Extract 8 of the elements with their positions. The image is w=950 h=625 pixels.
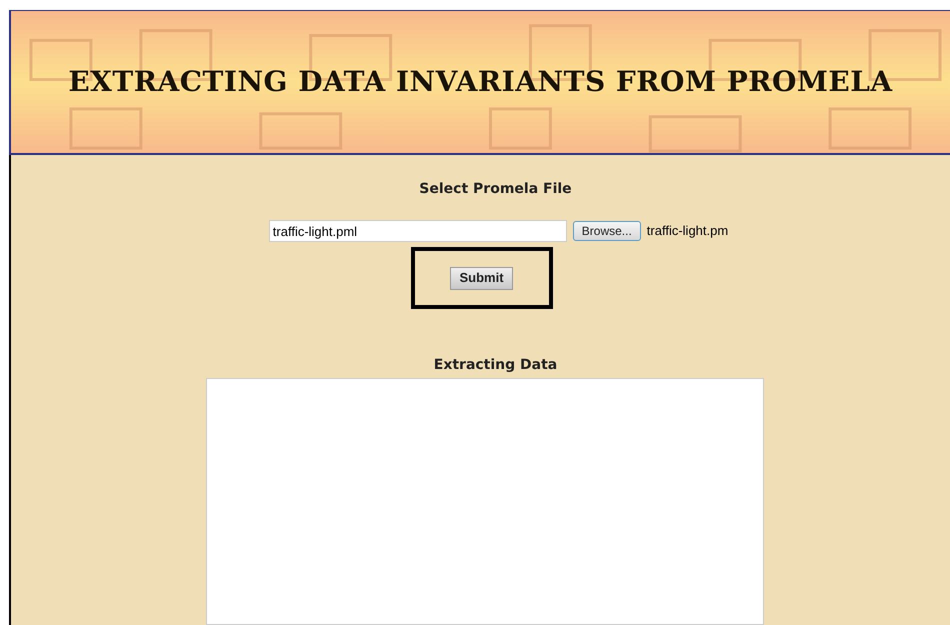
section-heading: Extracting Data: [434, 356, 558, 375]
file-path-field[interactable]: traffic-light.pml: [268, 220, 567, 242]
browse-button[interactable]: Browse...: [572, 221, 641, 241]
selected-file-name: traffic-light.pm: [646, 222, 728, 240]
section-heading: Select Promela File: [419, 180, 572, 199]
banner-title: EXTRACTING DATA INVARIANTS FROM PROMELA: [68, 64, 893, 100]
output-area[interactable]: [206, 378, 764, 625]
submit-button[interactable]: Submit: [450, 266, 513, 290]
